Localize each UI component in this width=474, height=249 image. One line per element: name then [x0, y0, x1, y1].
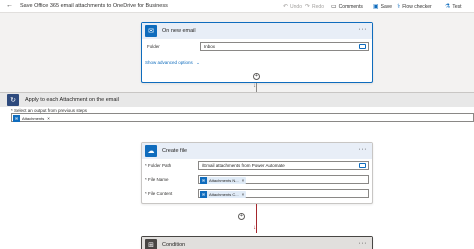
- file-content-label: * File Content: [145, 191, 173, 196]
- more-options-icon[interactable]: ···: [359, 146, 368, 153]
- arrow-down-icon: ↓: [253, 225, 256, 231]
- apply-to-each-container: ↻ Apply to each Attachment on the email …: [0, 92, 474, 249]
- folder-picker-icon[interactable]: [359, 163, 366, 168]
- remove-token-icon[interactable]: ×: [242, 177, 245, 184]
- outlook-token-icon: ✉: [13, 115, 20, 122]
- file-name-label: * File Name: [145, 177, 169, 182]
- redo-button[interactable]: ↷ Redo: [305, 3, 324, 11]
- insert-step-icon[interactable]: +: [253, 73, 260, 80]
- arrow-down-icon: ↓: [253, 83, 256, 89]
- apply-to-each-header[interactable]: ↻ Apply to each Attachment on the email: [0, 93, 474, 107]
- attachments-name-token[interactable]: ✉ Attachments N... ×: [200, 177, 247, 184]
- remove-token-icon[interactable]: ×: [242, 191, 245, 198]
- stethoscope-icon: ⚕: [397, 4, 401, 10]
- undo-icon: ↶: [283, 4, 289, 10]
- loop-icon: ↻: [7, 94, 19, 106]
- comments-button[interactable]: ▭ Comments: [331, 3, 363, 11]
- back-arrow-icon[interactable]: ←: [6, 2, 13, 10]
- connector-line: [256, 204, 257, 233]
- outlook-token-icon: ✉: [200, 191, 207, 198]
- flow-title: Save Office 365 email attachments to One…: [20, 3, 168, 9]
- condition-branch-icon: ⊞: [145, 239, 157, 249]
- chevron-down-icon: ⌄: [196, 60, 200, 65]
- trigger-title: On new email: [162, 28, 196, 34]
- create-file-title: Create file: [162, 148, 188, 154]
- onedrive-cloud-icon: ☁: [145, 145, 157, 157]
- attachments-content-token[interactable]: ✉ Attachments C... ×: [200, 191, 247, 198]
- save-icon: ▣: [373, 4, 379, 10]
- folder-picker-icon[interactable]: [359, 44, 366, 49]
- flask-icon: ⚗: [445, 4, 451, 10]
- flow-checker-button[interactable]: ⚕ Flow checker: [397, 3, 432, 11]
- insert-step-icon[interactable]: +: [238, 213, 245, 220]
- file-name-field[interactable]: ✉ Attachments N... ×: [198, 175, 369, 184]
- folder-label: Folder: [147, 44, 160, 49]
- remove-token-icon[interactable]: ×: [47, 115, 50, 122]
- more-options-icon[interactable]: ···: [359, 26, 368, 33]
- outlook-token-icon: ✉: [200, 177, 207, 184]
- apply-to-each-title: Apply to each Attachment on the email: [25, 97, 119, 103]
- comment-icon: ▭: [331, 4, 337, 10]
- folder-path-label: * Folder Path: [145, 163, 172, 168]
- redo-icon: ↷: [305, 4, 311, 10]
- file-content-field[interactable]: ✉ Attachments C... ×: [198, 189, 369, 198]
- create-file-header[interactable]: ☁ Create file ···: [142, 143, 372, 159]
- top-toolbar: ← Save Office 365 email attachments to O…: [0, 0, 474, 13]
- condition-card[interactable]: ⊞ Condition ···: [141, 236, 373, 249]
- condition-header[interactable]: ⊞ Condition ···: [142, 237, 372, 249]
- show-advanced-options-link[interactable]: Show advanced options ⌄: [145, 60, 200, 66]
- folder-path-field[interactable]: /Email attachments from Power Automate: [198, 161, 369, 170]
- condition-title: Condition: [162, 242, 186, 248]
- flow-canvas: ✉ On new email ··· Folder Inbox Show adv…: [0, 13, 474, 249]
- more-options-icon[interactable]: ···: [359, 240, 368, 247]
- attachments-token[interactable]: ✉ Attachments ×: [13, 115, 52, 122]
- connector-line: [256, 83, 257, 92]
- trigger-card-header[interactable]: ✉ On new email ···: [142, 23, 372, 39]
- select-output-field[interactable]: ✉ Attachments ×: [11, 113, 474, 122]
- outlook-icon: ✉: [145, 25, 157, 37]
- test-button[interactable]: ⚗ Test: [445, 3, 462, 11]
- save-button[interactable]: ▣ Save: [373, 3, 392, 11]
- create-file-card[interactable]: ☁ Create file ··· * Folder Path /Email a…: [141, 142, 373, 204]
- undo-button[interactable]: ↶ Undo: [283, 3, 302, 11]
- folder-field[interactable]: Inbox: [200, 42, 369, 51]
